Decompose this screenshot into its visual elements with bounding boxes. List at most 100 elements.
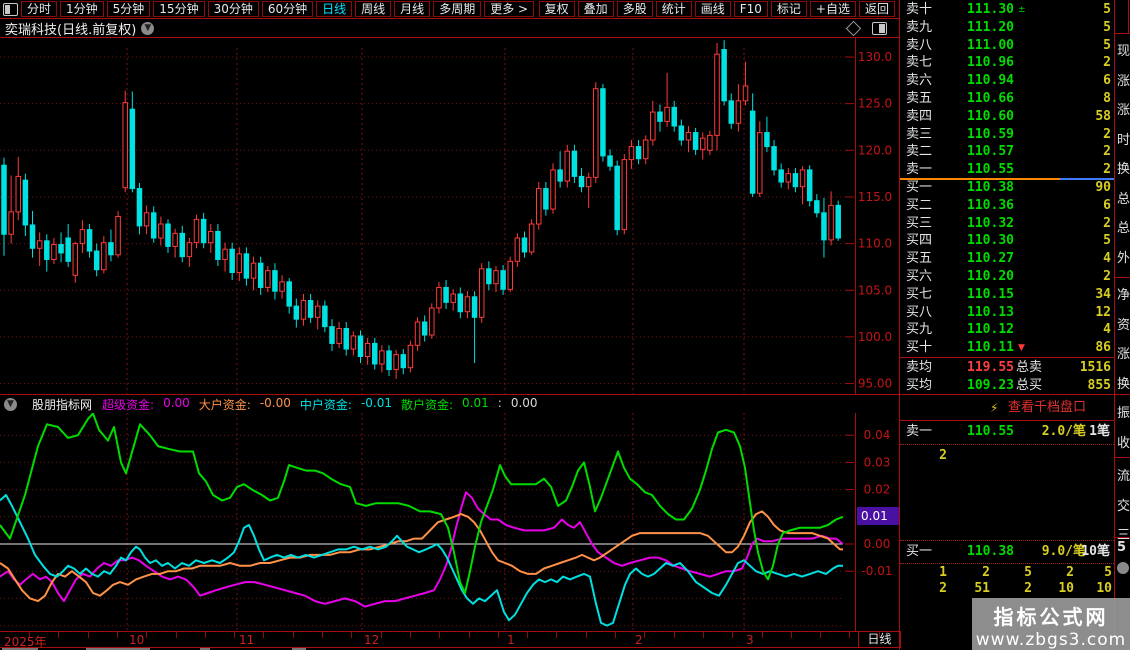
level2-row[interactable]: 买一110.389.0/笔10笔 [900, 543, 1114, 561]
clipped-stat-value: 5 [1117, 540, 1130, 555]
candle-body [137, 189, 142, 226]
order-book-row[interactable]: 卖二110.572 [900, 143, 1114, 161]
menu-item-周线[interactable]: 周线 [355, 1, 391, 17]
price-axis-label: 130.0 [858, 50, 892, 64]
order-book-row[interactable]: 买五110.274 [900, 250, 1114, 268]
candle-body [651, 112, 656, 140]
toolbar-button-标记[interactable]: 标记 [771, 1, 807, 17]
order-level-label: 卖六 [906, 72, 932, 90]
toolbar-button-复权[interactable]: 复权 [539, 1, 575, 17]
split-panel-icon[interactable] [872, 22, 887, 35]
menu-item-60分钟[interactable]: 60分钟 [262, 1, 313, 17]
order-book-row[interactable]: 买二110.366 [900, 197, 1114, 215]
price-trend-icon: ± [1018, 1, 1026, 19]
clipped-stat-label: 流 [1117, 465, 1130, 484]
chevron-down-icon[interactable]: ▼ [141, 22, 154, 35]
order-book-row[interactable]: 卖五110.668 [900, 90, 1114, 108]
toolbar-button-+自选[interactable]: +自选 [810, 1, 856, 17]
menu-item-月线[interactable]: 月线 [394, 1, 430, 17]
indicator-collapse-icon[interactable]: ▼ [4, 398, 17, 411]
panel-layout-icon[interactable] [3, 3, 18, 16]
toolbar-button-返回[interactable]: 返回 [859, 1, 895, 17]
menu-item-1分钟[interactable]: 1分钟 [60, 1, 104, 17]
order-book-row[interactable]: 卖一110.552 [900, 161, 1114, 179]
menu-item-分时[interactable]: 分时 [21, 1, 57, 17]
menu-item-5分钟[interactable]: 5分钟 [107, 1, 151, 17]
candlestick-chart: 130.0125.0120.0115.0110.0105.0100.095.00 [0, 38, 900, 394]
order-book-row[interactable]: 买一110.3890 [900, 179, 1114, 197]
candle-body [679, 126, 684, 140]
order-book-row[interactable]: 买六110.202 [900, 268, 1114, 286]
clipped-stat-label: 现 [1117, 40, 1130, 59]
order-level-label: 买四 [906, 232, 932, 250]
date-tick [762, 632, 763, 638]
order-book-row[interactable]: 买四110.305 [900, 232, 1114, 250]
indicator-source: 股朋指标网 [32, 396, 92, 413]
queue-grid-row: 25121010 [900, 581, 1114, 597]
order-book-row[interactable]: 卖三110.592 [900, 126, 1114, 144]
toolbar-button-叠加[interactable]: 叠加 [578, 1, 614, 17]
order-book-row[interactable]: 买三110.322 [900, 215, 1114, 233]
date-tick [322, 632, 323, 638]
menu-item-日线[interactable]: 日线 [316, 1, 352, 17]
period-label-box[interactable]: 日线 [858, 631, 901, 648]
order-book-row[interactable]: 卖八111.005 [900, 37, 1114, 55]
order-book-row[interactable]: 买七110.1534 [900, 286, 1114, 304]
menu-item-15分钟[interactable]: 15分钟 [153, 1, 204, 17]
order-book-row[interactable]: 卖六110.946 [900, 72, 1114, 90]
candle-body [387, 351, 392, 370]
candle-body [836, 205, 841, 238]
date-tick [293, 632, 294, 638]
order-book-row[interactable]: 卖四110.6058 [900, 108, 1114, 126]
candle-body [323, 306, 328, 327]
period-menu-items: 分时1分钟5分钟15分钟30分钟60分钟日线周线月线多周期更多 > [18, 1, 534, 17]
toolbar-button-画线[interactable]: 画线 [695, 1, 731, 17]
order-level-qty: 5 [1051, 232, 1111, 250]
indicator-line-超级资金 [0, 492, 843, 606]
menu-item-更多 >[interactable]: 更多 > [484, 1, 534, 17]
toolbar-button-多股[interactable]: 多股 [617, 1, 653, 17]
avg-price: 109.23 [952, 377, 1014, 395]
candle-body [223, 249, 228, 259]
level2-header[interactable]: ⚡查看千档盘口 [900, 399, 1114, 417]
order-level-qty: 2 [1051, 215, 1111, 233]
order-book-row[interactable]: 买十110.11▼86 [900, 339, 1114, 357]
menu-item-30分钟[interactable]: 30分钟 [208, 1, 259, 17]
candle-body [87, 230, 92, 251]
date-tick [234, 632, 235, 638]
candle-body [308, 301, 313, 318]
toolbar-button-统计[interactable]: 统计 [656, 1, 692, 17]
order-book-row[interactable]: 买八110.1312 [900, 304, 1114, 322]
candle-body [365, 343, 370, 356]
order-book-row[interactable]: 卖九111.205 [900, 19, 1114, 37]
order-book-row[interactable]: 卖十111.30±5 [900, 1, 1114, 19]
order-level-price: 110.66 [952, 90, 1014, 108]
order-book-row[interactable]: 卖七110.962 [900, 54, 1114, 72]
candle-body [750, 111, 755, 193]
candle-body [665, 107, 670, 121]
total-label: 总买 [1016, 377, 1042, 395]
menu-item-多周期[interactable]: 多周期 [433, 1, 481, 17]
candle-body [266, 271, 271, 288]
order-level-label: 买五 [906, 250, 932, 268]
level2-header-link[interactable]: 查看千档盘口 [1008, 399, 1086, 417]
date-tick [88, 632, 89, 638]
diamond-marker-icon[interactable] [846, 20, 862, 36]
toolbar-button-F10[interactable]: F10 [734, 1, 768, 17]
candle-body [565, 151, 570, 181]
level2-row[interactable]: 卖一110.552.0/笔1笔 [900, 423, 1114, 441]
candle-body [351, 336, 356, 349]
order-level-qty: 5 [1051, 37, 1111, 55]
clipped-stat-label: 总 [1117, 188, 1130, 207]
candle-body [2, 165, 7, 234]
date-tick [820, 632, 821, 638]
candle-body [793, 174, 798, 187]
candle-body [287, 282, 292, 306]
avg-label: 卖均 [906, 359, 932, 377]
candle-body [130, 109, 135, 188]
candle-body [66, 238, 71, 261]
order-book-row[interactable]: 买九110.124 [900, 321, 1114, 339]
date-tick [469, 632, 470, 638]
price-axis-label: 95.00 [858, 377, 892, 391]
candle-body [829, 205, 834, 240]
